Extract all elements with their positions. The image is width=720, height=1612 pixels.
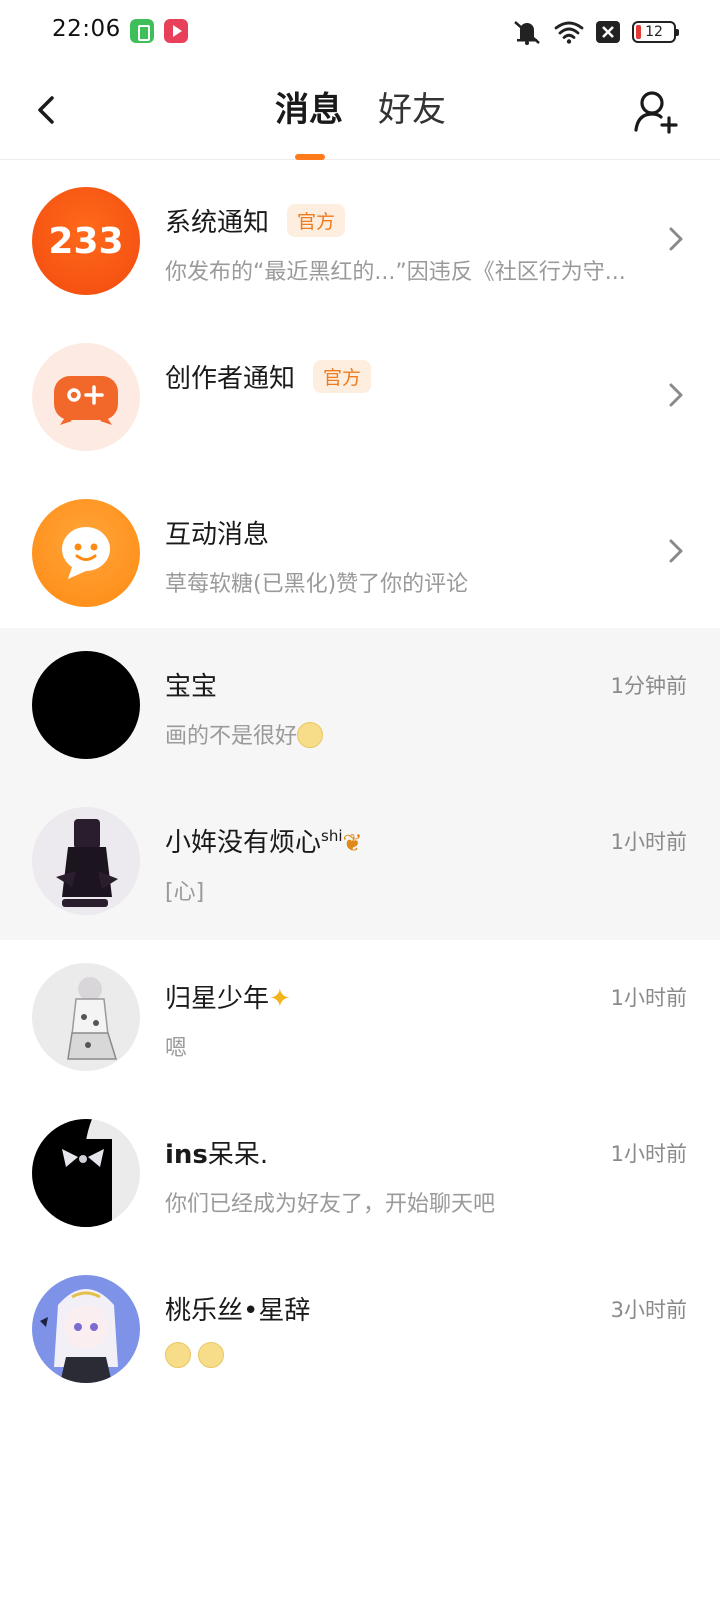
system-notice-title: 系统通知 官方	[165, 202, 346, 239]
chat-preview: 你们已经成为好友了，开始聊天吧	[165, 1192, 496, 1217]
chat-time: 1分钟前	[610, 674, 687, 698]
add-friend-icon[interactable]	[632, 88, 680, 136]
logo-233-text: 233	[48, 221, 123, 262]
battery-level: 12	[645, 24, 663, 40]
chat-name: 归星少年✦	[165, 984, 291, 1014]
chevron-right-icon	[669, 227, 683, 251]
system-notice-row[interactable]: 233 系统通知 官方 你发布的“最近黑红的...”因违反《社区行为守...	[0, 160, 720, 316]
chat-time: 1小时前	[610, 1142, 687, 1166]
chat-time: 3小时前	[610, 1298, 687, 1322]
chat-name: 桃乐丝•星辞	[165, 1296, 311, 1326]
tab-friends[interactable]: 好友	[378, 86, 446, 134]
creator-notice-row[interactable]: 创作者通知 官方	[0, 316, 720, 472]
avatar	[32, 963, 140, 1071]
red-play-app-icon	[164, 19, 188, 43]
chat-preview: 画的不是很好	[165, 718, 324, 750]
system-notice-preview: 你发布的“最近黑红的...”因违反《社区行为守...	[165, 260, 626, 285]
chat-preview	[165, 1342, 224, 1369]
chat-time: 1小时前	[610, 986, 687, 1010]
chat-row[interactable]: 宝宝 画的不是很好 1分钟前	[0, 628, 720, 784]
chat-row[interactable]: ins呆呆. 你们已经成为好友了，开始聊天吧 1小时前	[0, 1096, 720, 1252]
avatar	[32, 1119, 140, 1227]
official-badge: 官方	[313, 360, 372, 393]
chat-name: ins呆呆.	[165, 1140, 269, 1170]
status-bar: 22:06 12	[0, 0, 720, 66]
green-app-icon	[130, 19, 154, 43]
chevron-right-icon	[669, 383, 683, 407]
interaction-notice-row[interactable]: 互动消息 草莓软糖(已黑化)赞了你的评论	[0, 472, 720, 628]
avatar	[32, 651, 140, 759]
gamepad-plus-icon	[32, 343, 140, 451]
chat-name: 小姩没有烦心shi❦	[165, 827, 363, 858]
chat-row[interactable]: 小姩没有烦心shi❦ [心] 1小时前	[0, 784, 720, 940]
kissing-face-emoji-icon	[198, 1342, 224, 1368]
dizzy-star-emoji-icon: ✦	[269, 984, 291, 1014]
chat-preview: [心]	[165, 880, 205, 905]
chevron-right-icon	[669, 539, 683, 563]
butterfly-emoji-icon: ❦	[342, 829, 363, 857]
logo-233-icon: 233	[32, 187, 140, 295]
close-box-icon	[596, 21, 620, 43]
battery-icon: 12	[632, 21, 679, 43]
name-superscript: shi	[321, 827, 343, 845]
avatar	[32, 1275, 140, 1383]
smile-bubble-icon	[32, 499, 140, 607]
chat-row[interactable]: 归星少年✦ 嗯 1小时前	[0, 940, 720, 1096]
mute-vibrate-icon	[514, 21, 540, 45]
interaction-notice-preview: 草莓软糖(已黑化)赞了你的评论	[165, 572, 469, 597]
official-badge: 官方	[287, 204, 346, 237]
chat-preview: 嗯	[165, 1036, 188, 1061]
kissing-face-emoji-icon	[165, 1342, 191, 1368]
status-time: 22:06	[52, 16, 121, 42]
creator-notice-title: 创作者通知 官方	[165, 358, 372, 395]
avatar	[32, 807, 140, 915]
chat-name: 宝宝	[165, 672, 218, 702]
interaction-notice-title: 互动消息	[165, 520, 270, 550]
tab-messages[interactable]: 消息	[275, 86, 343, 134]
rolling-eyes-emoji-icon	[297, 722, 324, 748]
header: 消息 好友	[0, 66, 720, 160]
chat-row[interactable]: 桃乐丝•星辞 3小时前	[0, 1252, 720, 1408]
chat-time: 1小时前	[610, 830, 687, 854]
wifi-icon	[554, 21, 584, 44]
back-arrow-icon[interactable]	[30, 88, 70, 132]
